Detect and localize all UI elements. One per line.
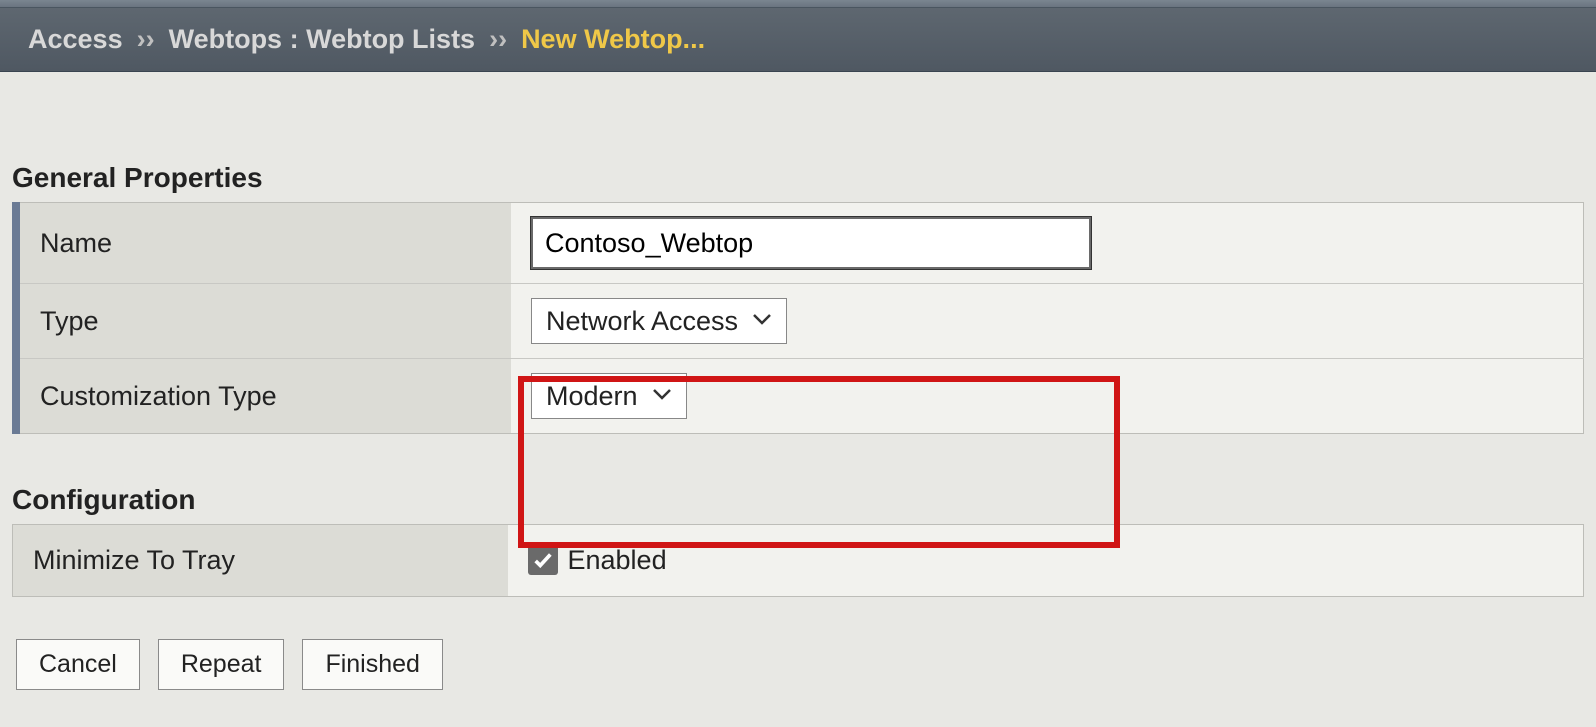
window-top-bar [0,0,1596,8]
row-customization-type: Customization Type Modern [16,359,1584,434]
check-icon [532,549,554,571]
chevron-down-icon [652,387,672,406]
minimize-checkbox-label: Enabled [568,545,667,576]
breadcrumb-access[interactable]: Access [28,24,123,55]
general-properties-table: Name Type Network Access Customiza [12,202,1584,434]
section-title-configuration: Configuration [12,484,1584,516]
type-select[interactable]: Network Access [531,298,787,344]
section-title-general: General Properties [12,162,1584,194]
label-name: Name [16,203,511,284]
breadcrumb-current: New Webtop... [521,24,705,55]
breadcrumb-separator: ›› [489,24,507,55]
cancel-button[interactable]: Cancel [16,639,140,690]
type-select-value: Network Access [546,306,738,337]
customization-type-select[interactable]: Modern [531,373,687,419]
label-customization-type: Customization Type [16,359,511,434]
breadcrumb-webtops[interactable]: Webtops : Webtop Lists [169,24,476,55]
configuration-table: Minimize To Tray Enabled [12,524,1584,597]
row-name: Name [16,203,1584,284]
label-type: Type [16,284,511,359]
label-minimize-to-tray: Minimize To Tray [13,525,508,597]
repeat-button[interactable]: Repeat [158,639,285,690]
button-row: Cancel Repeat Finished [12,639,1584,690]
customization-select-value: Modern [546,381,638,412]
minimize-checkbox[interactable] [528,545,558,575]
breadcrumb: Access ›› Webtops : Webtop Lists ›› New … [0,8,1596,72]
row-type: Type Network Access [16,284,1584,359]
row-minimize-to-tray: Minimize To Tray Enabled [13,525,1584,597]
chevron-down-icon [752,312,772,331]
finished-button[interactable]: Finished [302,639,443,690]
name-input[interactable] [531,217,1091,269]
breadcrumb-separator: ›› [137,24,155,55]
